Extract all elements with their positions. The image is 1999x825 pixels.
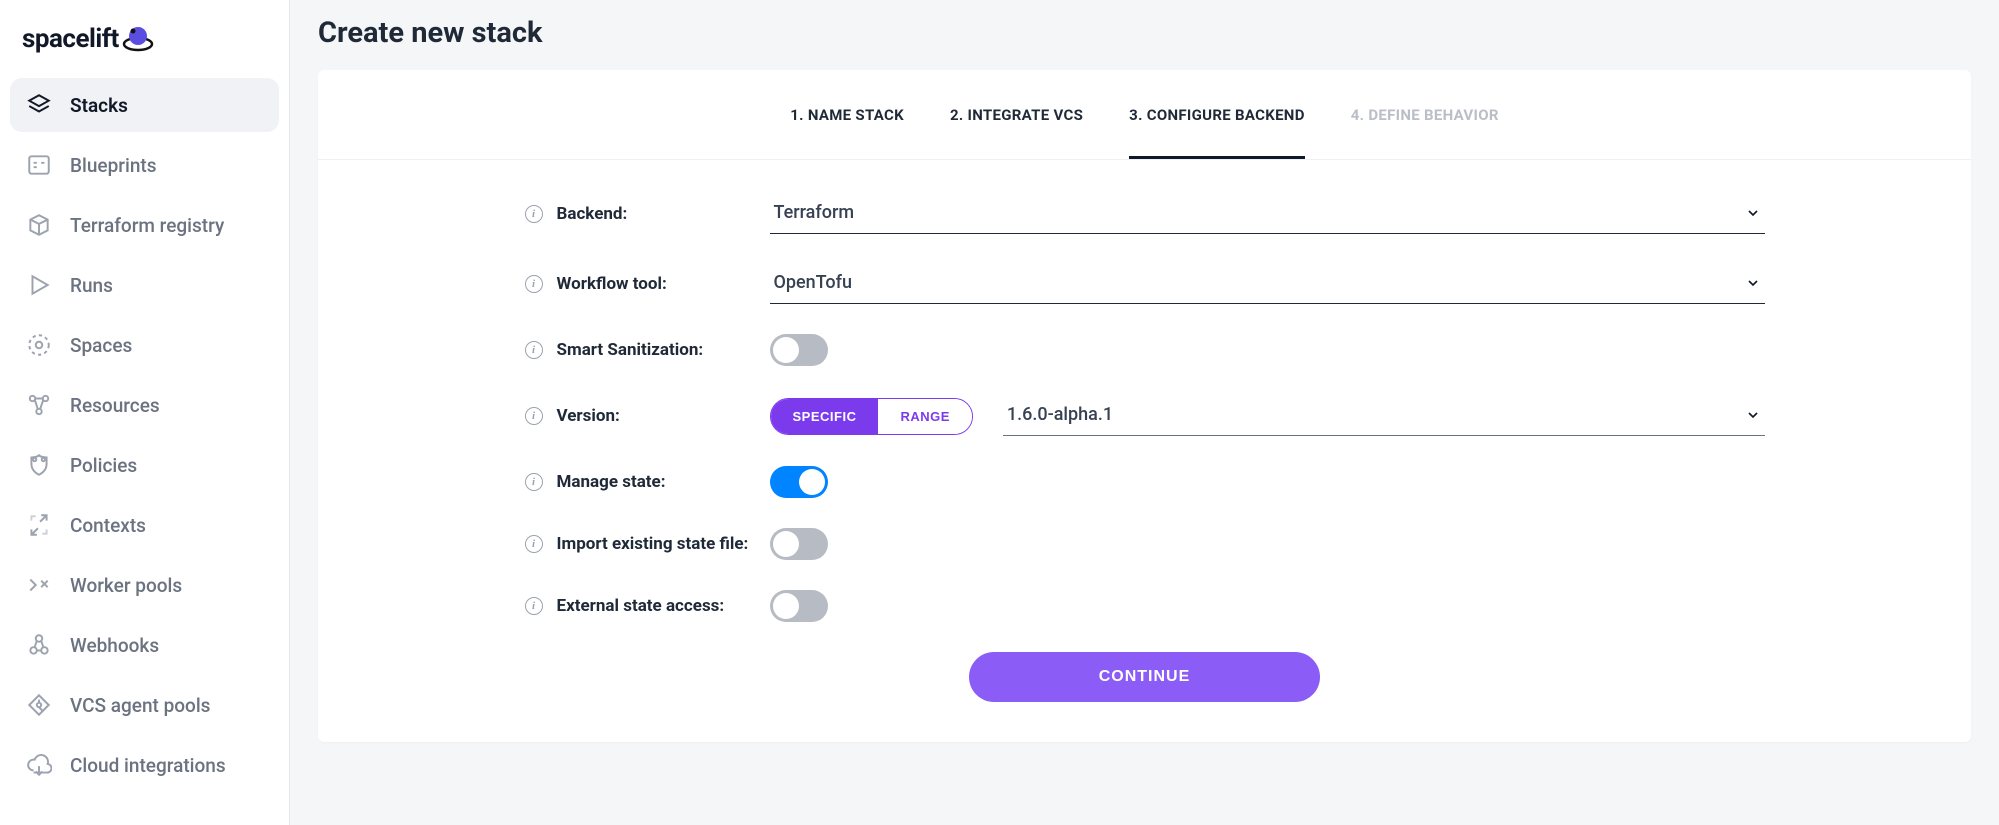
stacks-icon [26,92,52,118]
step-tabs: 1. NAME STACK 2. INTEGRATE VCS 3. CONFIG… [318,70,1971,160]
logo-text: spacelift [22,24,119,54]
vcs-icon [26,692,52,718]
sidebar-item-label: Cloud integrations [70,754,226,777]
row-manage-state: i Manage state: [525,466,1765,498]
chevron-down-icon [1745,275,1761,291]
import-state-toggle[interactable] [770,528,828,560]
version-mode-range[interactable]: RANGE [878,399,971,434]
logo-icon [121,22,155,56]
chevron-down-icon [1745,407,1761,423]
step-configure-backend[interactable]: 3. CONFIGURE BACKEND [1129,106,1305,159]
cloud-icon [26,752,52,778]
workflow-label: Workflow tool: [557,274,667,294]
row-sanitization: i Smart Sanitization: [525,334,1765,366]
external-access-label: External state access: [557,596,725,616]
contexts-icon [26,512,52,538]
version-select[interactable]: 1.6.0-alpha.1 [1003,396,1765,436]
sidebar-item-contexts[interactable]: Contexts [10,498,279,552]
manage-state-label: Manage state: [557,472,666,492]
page-title: Create new stack [290,0,1999,70]
sidebar-item-registry[interactable]: Terraform registry [10,198,279,252]
sidebar-item-webhooks[interactable]: Webhooks [10,618,279,672]
workflow-select[interactable]: OpenTofu [770,264,1765,304]
spaces-icon [26,332,52,358]
row-workflow: i Workflow tool: OpenTofu [525,264,1765,304]
sidebar-item-blueprints[interactable]: Blueprints [10,138,279,192]
sidebar-item-label: Spaces [70,334,132,357]
sidebar-item-label: Policies [70,454,137,477]
row-version: i Version: SPECIFIC RANGE 1.6.0-alpha.1 [525,396,1765,436]
sidebar-item-cloud-integrations[interactable]: Cloud integrations [10,738,279,792]
sidebar-item-runs[interactable]: Runs [10,258,279,312]
main-content: Create new stack 1. NAME STACK 2. INTEGR… [290,0,1999,825]
webhooks-icon [26,632,52,658]
step-integrate-vcs[interactable]: 2. INTEGRATE VCS [950,106,1083,159]
chevron-down-icon [1745,205,1761,221]
sidebar-item-label: Terraform registry [70,214,224,237]
sidebar-item-label: Webhooks [70,634,159,657]
resources-icon [26,392,52,418]
info-icon[interactable]: i [525,205,543,223]
sidebar-item-label: Stacks [70,94,128,117]
backend-value: Terraform [774,202,855,223]
workers-icon [26,572,52,598]
external-access-toggle[interactable] [770,590,828,622]
sidebar-item-label: Resources [70,394,160,417]
version-value: 1.6.0-alpha.1 [1007,404,1113,425]
sidebar-item-label: Worker pools [70,574,182,597]
info-icon[interactable]: i [525,341,543,359]
sidebar-item-resources[interactable]: Resources [10,378,279,432]
sidebar-item-label: VCS agent pools [70,694,210,717]
row-backend: i Backend: Terraform [525,194,1765,234]
manage-state-toggle[interactable] [770,466,828,498]
logo[interactable]: spacelift [10,14,279,78]
step-define-behavior: 4. DEFINE BEHAVIOR [1351,106,1499,159]
runs-icon [26,272,52,298]
version-mode-specific[interactable]: SPECIFIC [771,399,879,434]
sidebar-item-spaces[interactable]: Spaces [10,318,279,372]
sidebar-item-worker-pools[interactable]: Worker pools [10,558,279,612]
backend-select[interactable]: Terraform [770,194,1765,234]
sanitization-label: Smart Sanitization: [557,340,704,360]
sidebar-item-label: Runs [70,274,113,297]
sanitization-toggle[interactable] [770,334,828,366]
backend-label: Backend: [557,204,628,224]
row-external-access: i External state access: [525,590,1765,622]
workflow-value: OpenTofu [774,272,853,293]
blueprints-icon [26,152,52,178]
import-state-label: Import existing state file: [557,534,749,554]
row-import-state: i Import existing state file: [525,528,1765,560]
policies-icon [26,452,52,478]
continue-button[interactable]: CONTINUE [969,652,1321,702]
sidebar: spacelift Stacks Blueprints [0,0,290,825]
info-icon[interactable]: i [525,535,543,553]
sidebar-item-label: Contexts [70,514,146,537]
info-icon[interactable]: i [525,407,543,425]
sidebar-item-vcs-agent-pools[interactable]: VCS agent pools [10,678,279,732]
registry-icon [26,212,52,238]
sidebar-item-stacks[interactable]: Stacks [10,78,279,132]
step-name-stack[interactable]: 1. NAME STACK [790,106,904,159]
info-icon[interactable]: i [525,597,543,615]
backend-form: i Backend: Terraform i Workflow tool: [485,194,1805,702]
info-icon[interactable]: i [525,473,543,491]
version-label: Version: [557,406,620,426]
sidebar-item-policies[interactable]: Policies [10,438,279,492]
wizard-card: 1. NAME STACK 2. INTEGRATE VCS 3. CONFIG… [318,70,1971,742]
version-mode-segmented: SPECIFIC RANGE [770,398,973,435]
sidebar-item-label: Blueprints [70,154,157,177]
info-icon[interactable]: i [525,275,543,293]
